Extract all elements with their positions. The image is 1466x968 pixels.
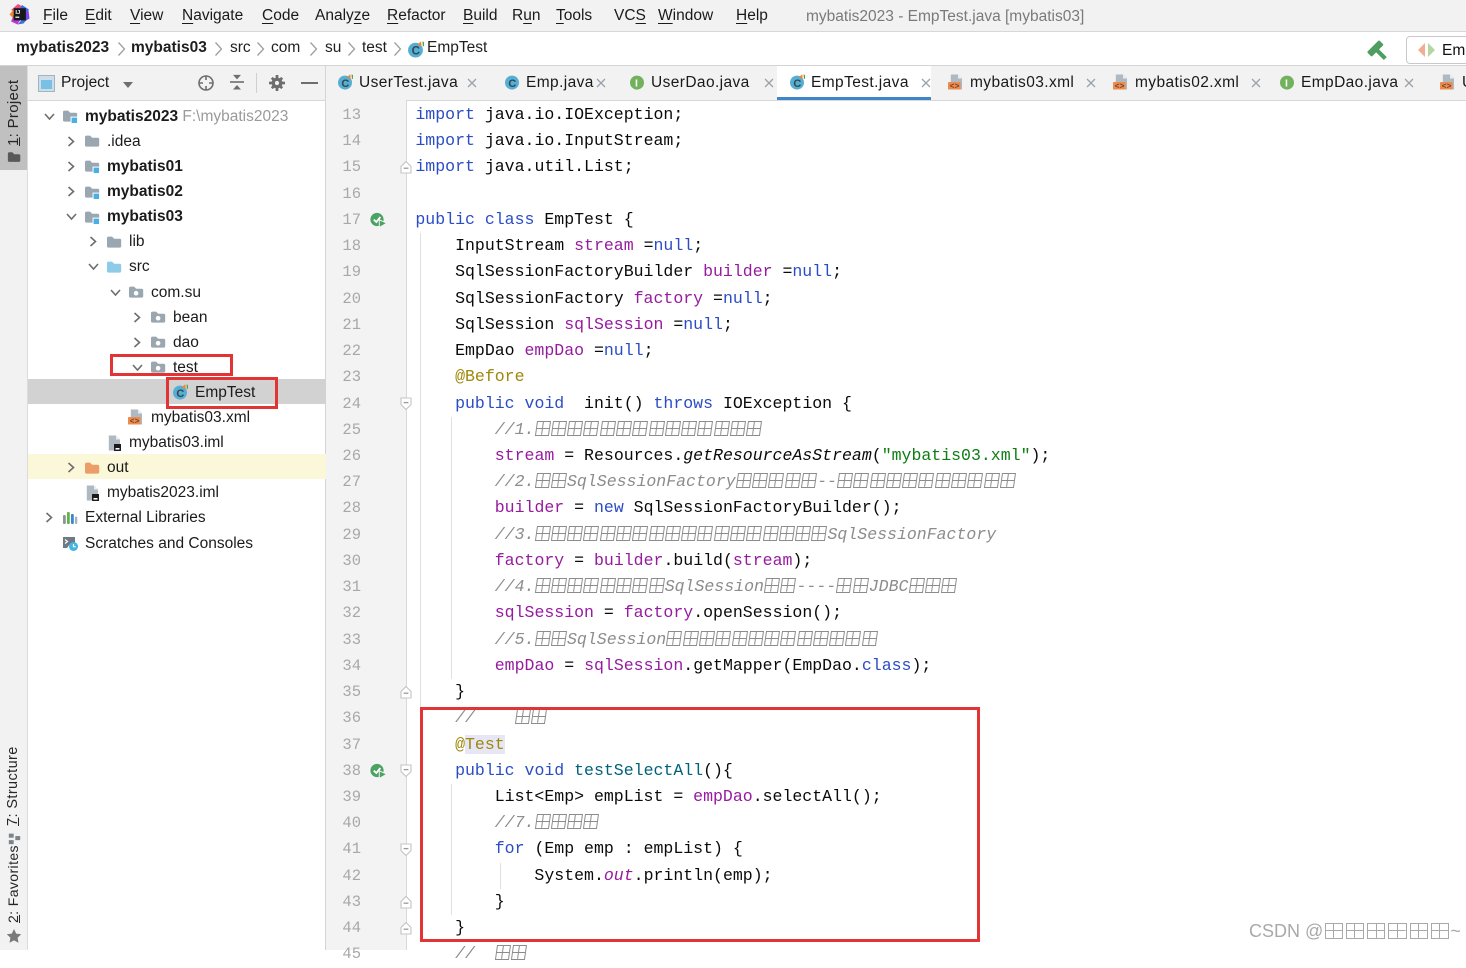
svg-text:IJ: IJ [15, 10, 20, 16]
